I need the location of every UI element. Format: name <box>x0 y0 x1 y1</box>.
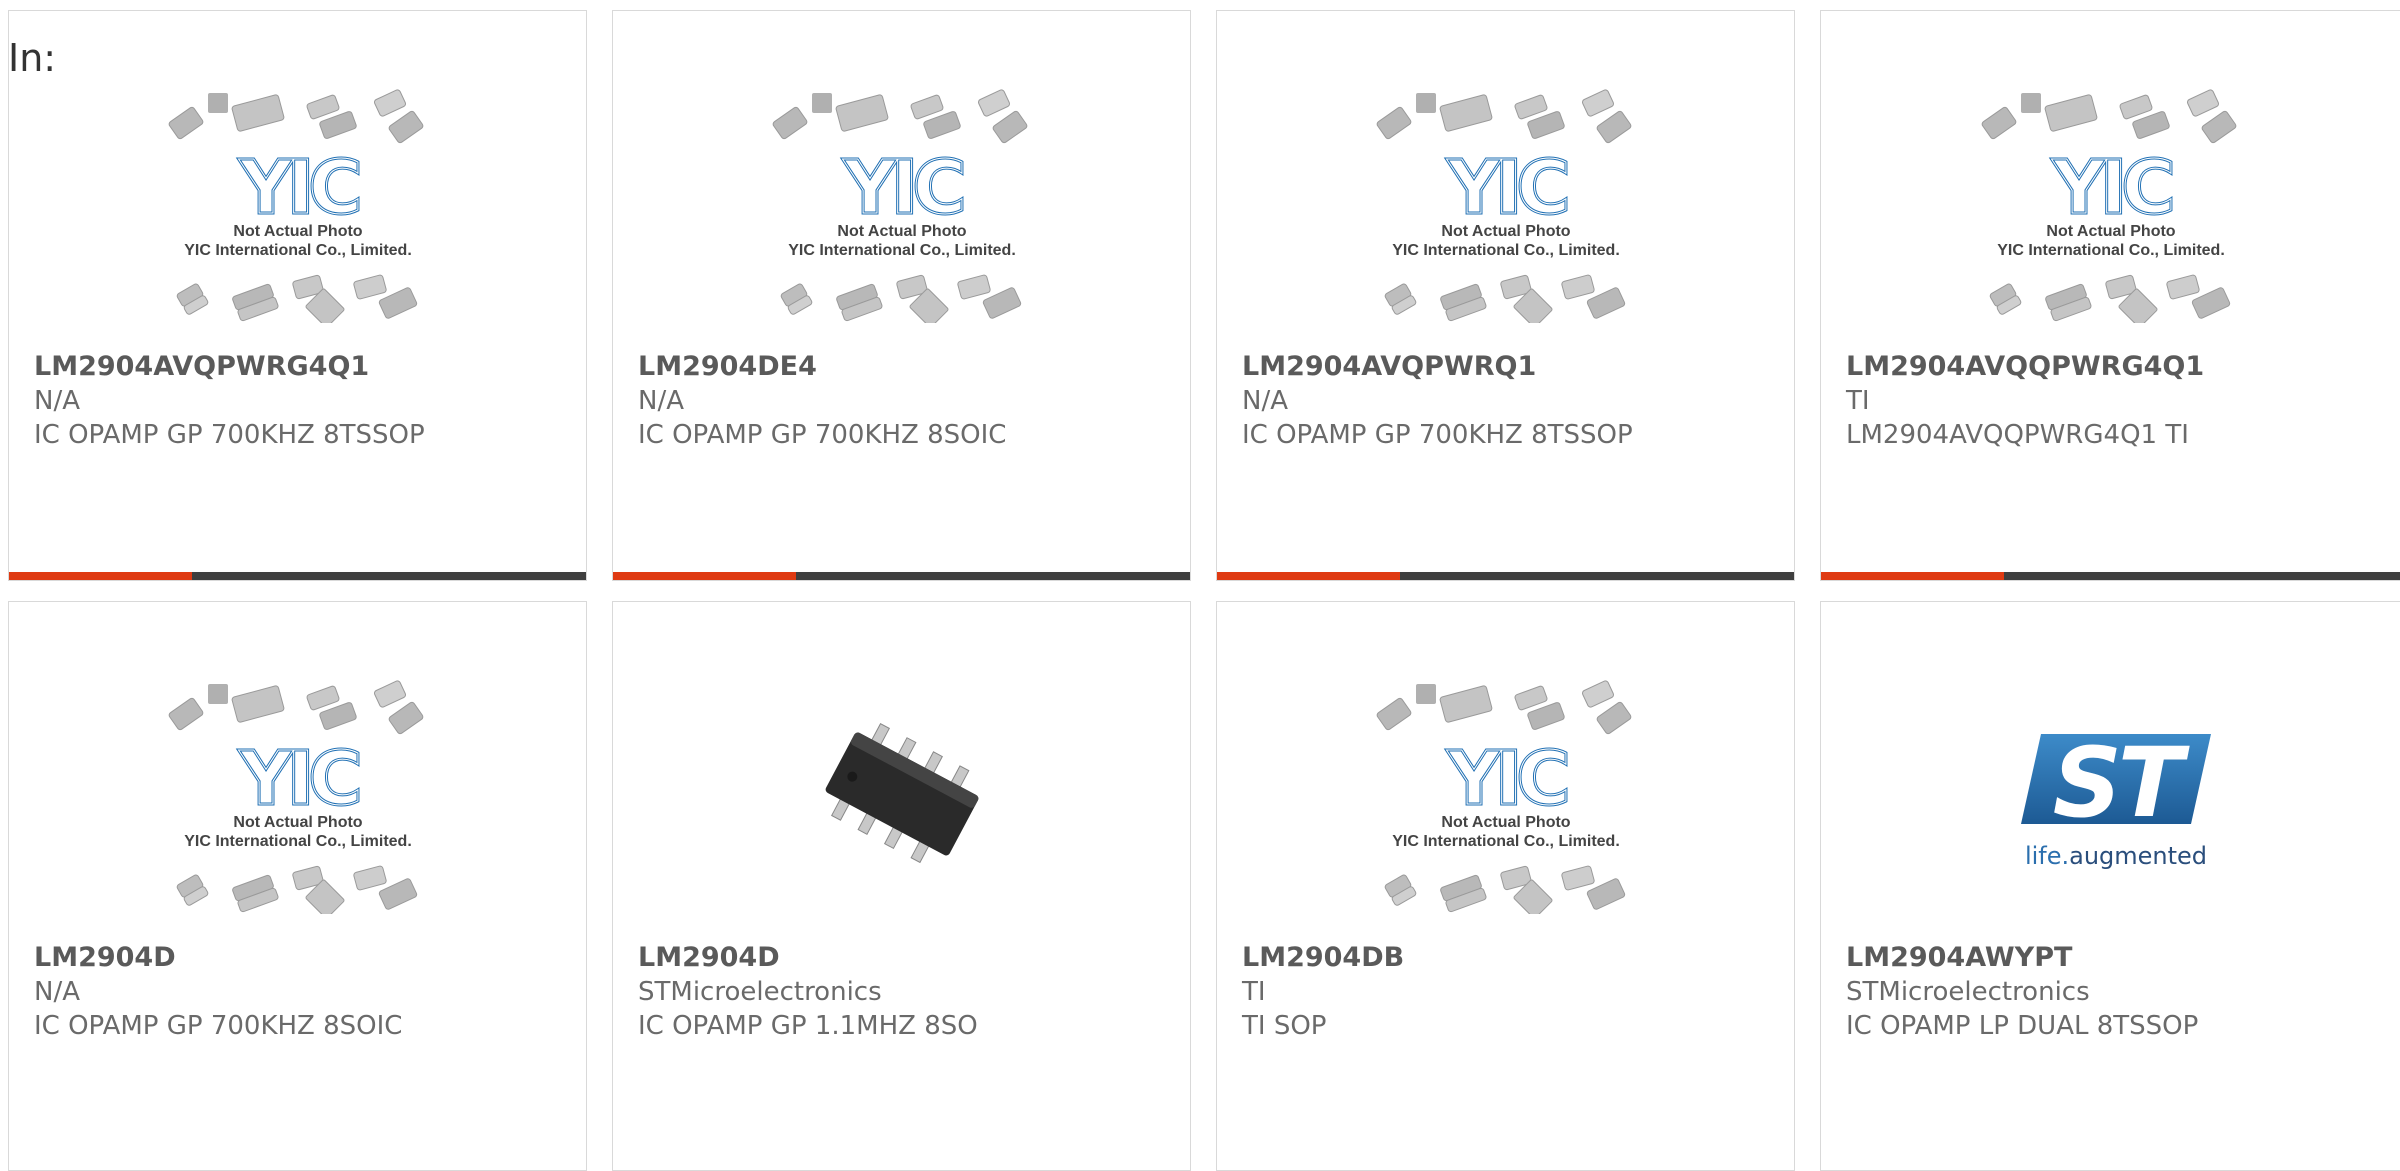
description: IC OPAMP GP 700KHZ 8SOIC <box>638 420 1007 450</box>
st-logo-image: ST life.augmented <box>2020 727 2211 870</box>
part-number[interactable]: LM2904DE4 <box>638 350 1180 384</box>
product-card[interactable]: YIC YIC Not Actual Photo YIC International … <box>1820 10 2400 581</box>
svg-text:Not Actual Photo: Not Actual Photo <box>1441 223 1570 240</box>
product-image: YIC YIC Not Actual Photo YIC International … <box>1217 87 1794 323</box>
product-card[interactable]: YIC YIC Not Actual Photo YIC International … <box>612 10 1191 581</box>
part-number[interactable]: LM2904D <box>34 941 576 975</box>
card-accent-bar <box>613 572 796 580</box>
manufacturer: TI <box>1242 977 1266 1007</box>
manufacturer: STMicroelectronics <box>638 977 882 1007</box>
svg-text:YIC International Co., Limited: YIC International Co., Limited. <box>1392 242 1620 259</box>
part-number[interactable]: LM2904AWYPT <box>1846 941 2390 975</box>
svg-text:YIC: YIC <box>2051 145 2171 231</box>
svg-text:YIC International Co., Limited: YIC International Co., Limited. <box>788 242 1016 259</box>
svg-text:YIC International Co., Limited: YIC International Co., Limited. <box>1997 242 2225 259</box>
filter-label: In: <box>8 36 57 80</box>
manufacturer: N/A <box>34 386 80 416</box>
description: IC OPAMP GP 700KHZ 8TSSOP <box>34 420 425 450</box>
card-bottom-bar <box>1217 572 1794 580</box>
description: TI SOP <box>1242 1011 1327 1041</box>
manufacturer: N/A <box>34 977 80 1007</box>
svg-text:YIC: YIC <box>238 736 358 822</box>
description: IC OPAMP GP 700KHZ 8TSSOP <box>1242 420 1633 450</box>
svg-text:Not Actual Photo: Not Actual Photo <box>233 223 362 240</box>
product-card[interactable]: YIC YIC Not Actual Photo YIC International … <box>8 10 587 581</box>
manufacturer: N/A <box>638 386 684 416</box>
manufacturer: STMicroelectronics <box>1846 977 2090 1007</box>
description: IC OPAMP LP DUAL 8TSSOP <box>1846 1011 2199 1041</box>
product-image <box>613 678 1190 910</box>
yic-placeholder-image: YICYICNot Actual PhotoYIC International … <box>1376 680 1631 914</box>
product-image: YIC YIC Not Actual Photo YIC International … <box>1821 87 2400 323</box>
svg-text:YIC International Co., Limited: YIC International Co., Limited. <box>184 242 412 259</box>
part-number[interactable]: LM2904AVQPWRQ1 <box>1242 350 1784 384</box>
product-card[interactable]: YIC YIC Not Actual Photo YIC International … <box>1216 10 1795 581</box>
yic-placeholder-image: YICYICNot Actual PhotoYIC International … <box>1376 89 1631 323</box>
svg-text:life.augmented: life.augmented <box>2024 842 2206 870</box>
description: IC OPAMP GP 1.1MHZ 8SO <box>638 1011 978 1041</box>
product-card[interactable]: LM2904D STMicroelectronics IC OPAMP GP 1… <box>612 601 1191 1171</box>
svg-text:Not Actual Photo: Not Actual Photo <box>233 814 362 831</box>
product-image: YIC YIC Not Actual Photo YIC International … <box>9 87 586 323</box>
yic-placeholder-image: YICYICNot Actual PhotoYIC International … <box>168 89 423 323</box>
card-bottom-bar <box>613 572 1190 580</box>
card-bottom-bar <box>1821 572 2400 580</box>
svg-text:YIC: YIC <box>238 145 358 231</box>
product-image: ST life.augmented <box>1821 678 2400 910</box>
svg-text:YIC: YIC <box>842 145 962 231</box>
product-card[interactable]: YIC YIC Not Actual Photo YIC International … <box>1216 601 1795 1171</box>
svg-text:Not Actual Photo: Not Actual Photo <box>2046 223 2175 240</box>
card-accent-bar <box>1821 572 2004 580</box>
part-number[interactable]: LM2904DB <box>1242 941 1784 975</box>
card-accent-bar <box>1217 572 1400 580</box>
product-image: YIC YIC Not Actual Photo YIC International … <box>9 678 586 914</box>
svg-text:YIC: YIC <box>1446 145 1566 231</box>
chip-photo-image <box>791 684 1012 904</box>
yic-placeholder-image: YICYICNot Actual PhotoYIC International … <box>1981 89 2236 323</box>
yic-placeholder-image: YICYICNot Actual PhotoYIC International … <box>168 680 423 914</box>
svg-text:ST: ST <box>2052 727 2189 839</box>
part-number[interactable]: LM2904D <box>638 941 1180 975</box>
card-accent-bar <box>9 572 192 580</box>
product-card[interactable]: ST life.augmented LM2904AWYPT STMicroelec… <box>1820 601 2400 1171</box>
description: LM2904AVQQPWRG4Q1 TI <box>1846 420 2189 450</box>
manufacturer: TI <box>1846 386 1870 416</box>
svg-text:Not Actual Photo: Not Actual Photo <box>1441 814 1570 831</box>
svg-text:Not Actual Photo: Not Actual Photo <box>837 223 966 240</box>
part-number[interactable]: LM2904AVQQPWRG4Q1 <box>1846 350 2390 384</box>
product-image: YIC YIC Not Actual Photo YIC International … <box>613 87 1190 323</box>
part-number[interactable]: LM2904AVQPWRG4Q1 <box>34 350 576 384</box>
svg-text:YIC: YIC <box>1446 736 1566 822</box>
product-card[interactable]: YIC YIC Not Actual Photo YIC International … <box>8 601 587 1171</box>
description: IC OPAMP GP 700KHZ 8SOIC <box>34 1011 403 1041</box>
svg-text:YIC International Co., Limited: YIC International Co., Limited. <box>184 833 412 850</box>
yic-placeholder-image: YICYICNot Actual PhotoYIC International … <box>772 89 1027 323</box>
card-bottom-bar <box>9 572 586 580</box>
svg-text:YIC International Co., Limited: YIC International Co., Limited. <box>1392 833 1620 850</box>
product-image: YIC YIC Not Actual Photo YIC International … <box>1217 678 1794 914</box>
manufacturer: N/A <box>1242 386 1288 416</box>
